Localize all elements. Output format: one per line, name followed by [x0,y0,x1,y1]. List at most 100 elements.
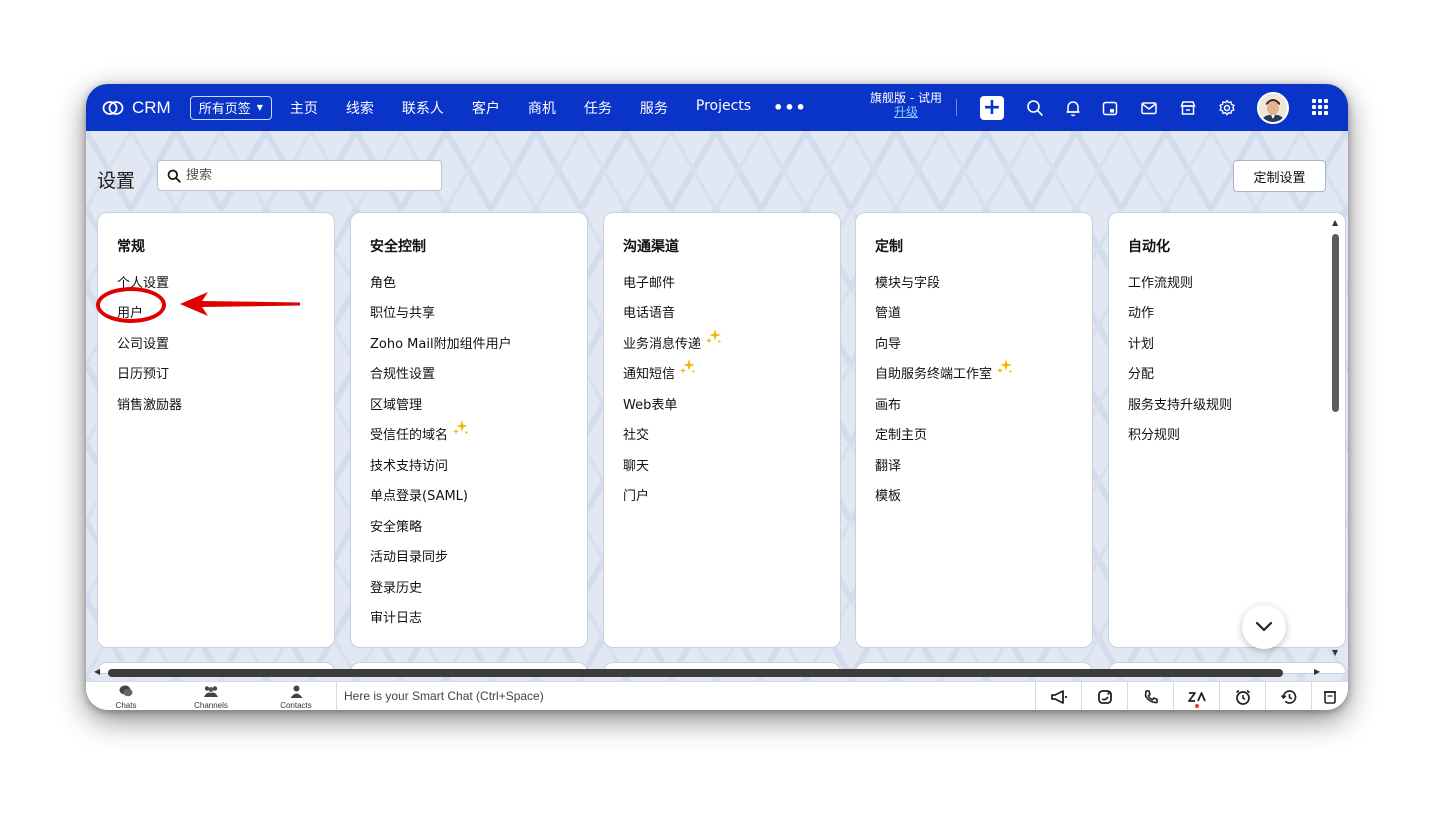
marketplace-icon[interactable] [1178,98,1198,118]
contacts-button[interactable]: Contacts [266,683,326,710]
settings-link[interactable]: 日历预订 [117,358,182,389]
settings-link[interactable]: 门户 [623,480,722,511]
settings-link[interactable]: 单点登录(SAML) [370,480,512,511]
chevron-down-icon [1255,621,1273,632]
edition-info: 旗舰版 - 试用 升级 [856,91,956,119]
settings-link[interactable]: 通知短信 [623,358,722,389]
settings-link-label: 社交 [623,428,650,444]
scroll-down-arrow[interactable]: ▼ [1332,648,1338,657]
settings-link[interactable]: 工作流规则 [1128,266,1232,297]
settings-link[interactable]: 模板 [875,480,1013,511]
create-new-button[interactable]: + [980,96,1004,120]
settings-link-label: 模块与字段 [875,275,941,291]
search-input[interactable] [186,168,426,183]
settings-link[interactable]: 聊天 [623,449,722,480]
settings-link[interactable]: 服务支持升级规则 [1128,388,1232,419]
settings-link[interactable]: 电话语音 [623,297,722,328]
history-icon [1280,689,1296,704]
settings-link[interactable]: 社交 [623,419,722,450]
settings-link[interactable]: 技术支持访问 [370,449,512,480]
settings-link[interactable]: 动作 [1128,297,1232,328]
settings-link[interactable]: Web表单 [623,388,722,419]
settings-link[interactable]: 登录历史 [370,571,512,602]
settings-link[interactable]: 受信任的域名 [370,419,512,450]
ai-assistant-button[interactable] [1081,682,1127,710]
settings-link-label: 活动目录同步 [370,550,449,566]
settings-link[interactable]: 自助服务终端工作室 [875,358,1013,389]
more-tabs-button[interactable]: ••• [773,98,807,118]
nav-tab-deals[interactable]: 商机 [528,98,556,118]
settings-link[interactable]: 区域管理 [370,388,512,419]
scroll-up-arrow[interactable]: ▲ [1332,218,1338,227]
nav-tab-contacts[interactable]: 联系人 [402,98,444,118]
divider [336,682,337,710]
nav-tab-tasks[interactable]: 任务 [584,98,612,118]
crm-logo[interactable]: CRM [102,98,171,118]
search-icon[interactable] [1025,98,1045,118]
chats-label: Chats [115,701,137,710]
settings-link[interactable]: 职位与共享 [370,297,512,328]
nav-tab-leads[interactable]: 线索 [346,98,374,118]
upgrade-link[interactable]: 升级 [856,105,956,119]
nav-tab-services[interactable]: 服务 [640,98,668,118]
sparkle-icon [453,420,469,435]
recent-history-button[interactable] [1265,682,1311,710]
chats-button[interactable]: Chats [96,683,156,710]
settings-card-security-control: 安全控制 角色 职位与共享 Zoho Mail附加组件用户 合规性设置 区域管理 受信任的域… [350,212,588,648]
settings-link-label: 审计日志 [370,611,423,627]
chat-bubble-icon [119,685,133,697]
smart-chat-input[interactable]: Here is your Smart Chat (Ctrl+Space) [344,689,544,703]
channels-button[interactable]: Channels [181,683,241,710]
user-avatar[interactable] [1257,92,1289,124]
call-log-button[interactable] [1127,682,1173,710]
page-title: 设置 [97,170,136,192]
settings-link-label: 职位与共享 [370,306,436,322]
bell-icon[interactable] [1063,98,1083,118]
settings-link[interactable]: 分配 [1128,358,1232,389]
settings-link-label: 通知短信 [623,367,676,383]
nav-tab-accounts[interactable]: 客户 [472,98,500,118]
announcements-button[interactable] [1035,682,1081,710]
customize-settings-button[interactable]: 定制设置 [1233,160,1326,192]
app-grid-icon[interactable] [1312,99,1328,115]
settings-link[interactable]: 定制主页 [875,419,1013,450]
zia-button[interactable] [1173,682,1219,710]
settings-link[interactable]: 计划 [1128,327,1232,358]
all-tabs-dropdown[interactable]: 所有页签 ▼ [189,95,272,120]
settings-link[interactable]: 模块与字段 [875,266,1013,297]
settings-link[interactable]: 积分规则 [1128,419,1232,450]
settings-link-list: 模块与字段管道 向导 自助服务终端工作室画布定制主页 翻译 模板 [875,266,1013,510]
contact-person-icon [290,685,302,698]
settings-link[interactable]: 翻译 [875,449,1013,480]
notes-button[interactable] [1311,682,1348,710]
settings-link[interactable]: 合规性设置 [370,358,512,389]
settings-link[interactable]: 电子邮件 [623,266,722,297]
nav-tab-home[interactable]: 主页 [290,98,318,118]
settings-link[interactable]: 活动目录同步 [370,541,512,572]
settings-link[interactable]: 安全策略 [370,510,512,541]
nav-tab-projects[interactable]: Projects [696,98,751,118]
settings-link[interactable]: 画布 [875,388,1013,419]
settings-link[interactable]: 向导 [875,327,1013,358]
settings-link-label: 画布 [875,397,902,413]
settings-link[interactable]: 审计日志 [370,602,512,633]
mail-icon[interactable] [1139,98,1159,118]
horizontal-scrollbar-thumb[interactable] [108,669,1283,677]
settings-link[interactable]: 管道 [875,297,1013,328]
settings-link-label: 动作 [1128,306,1155,322]
settings-link[interactable]: 公司设置 [117,327,182,358]
scroll-right-arrow[interactable]: ▶ [1314,667,1320,676]
settings-link[interactable]: Zoho Mail附加组件用户 [370,327,512,358]
reminders-button[interactable] [1219,682,1265,710]
settings-search[interactable] [157,160,442,191]
settings-card-channels: 沟通渠道 电子邮件 电话语音 业务消息传递 通知短信 Web表单 社交 聊天 门户 [603,212,841,648]
settings-link[interactable]: 业务消息传递 [623,327,722,358]
gear-icon[interactable] [1217,98,1237,118]
scroll-left-arrow[interactable]: ◀ [94,667,100,676]
settings-link[interactable]: 销售激励器 [117,388,182,419]
user-portrait [1259,94,1287,122]
settings-link[interactable]: 角色 [370,266,512,297]
vertical-scrollbar-thumb[interactable] [1332,234,1339,412]
calendar-icon[interactable] [1100,98,1120,118]
scroll-down-button[interactable] [1242,605,1286,649]
